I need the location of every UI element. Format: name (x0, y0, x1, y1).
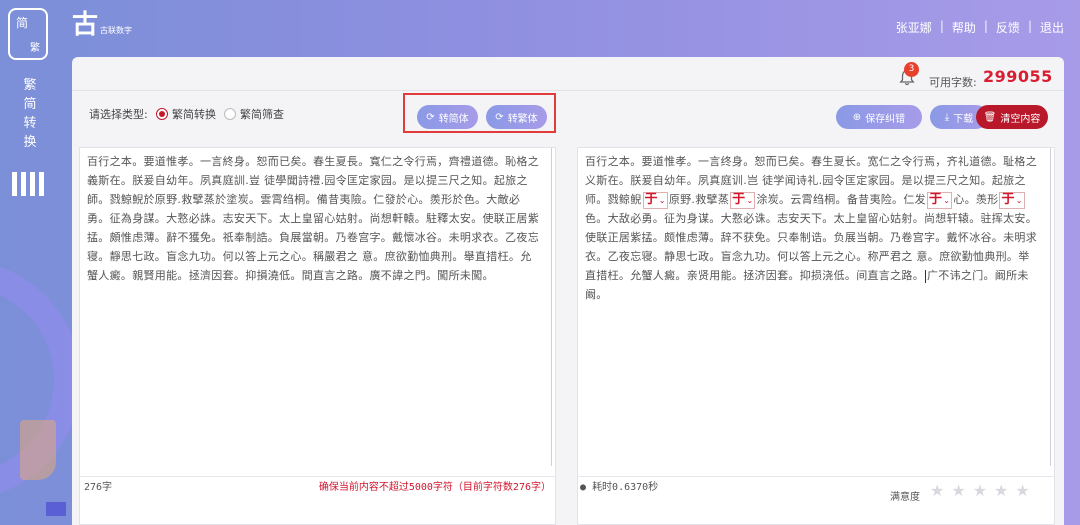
variant-dropdown[interactable]: 于 ⌄ (926, 191, 953, 209)
chevron-down-icon: ⌄ (658, 195, 666, 205)
separator: | (983, 19, 988, 33)
result-segment: 原野.救擘蒸 (668, 193, 730, 206)
sidebar-label-char: 简 (23, 97, 37, 112)
text-cursor (925, 269, 926, 283)
save-correction-label: 保存纠错 (865, 113, 906, 125)
chevron-down-icon: ⌄ (1015, 195, 1023, 205)
main-card: 3 可用字数: 299055 请选择类型: 繁简转换 繁简筛查 ⟳ 转简体 ⟳ … (72, 57, 1064, 525)
bars-icon (12, 172, 52, 196)
info-icon: ● (580, 482, 587, 493)
sidebar-item-conversion[interactable]: 繁 简 转 换 (8, 76, 52, 152)
satisfaction-rating[interactable]: ★ ★ ★ ★ ★ (930, 481, 1030, 500)
brand-logo[interactable]: 古 古联数字 (72, 10, 132, 40)
radio-label: 繁简转换 (172, 108, 216, 121)
result-segment: 涂炭。云霄绉桐。备昔夷险。仁发 (756, 193, 926, 206)
char-limit-warning: 确保当前内容不超过5000字符（目前字符数276字） (318, 482, 551, 493)
available-chars-label: 可用字数: (929, 76, 977, 89)
elapsed-time: ● 耗时0.6370秒 (580, 478, 658, 493)
radio-unchecked-icon (224, 108, 236, 120)
conversion-type-label: 请选择类型: (89, 108, 148, 121)
source-textarea[interactable]: 百行之本。要道惟孝。一言終身。恕而已矣。春生夏長。寬仁之令行焉，齊禮道德。恥格之… (87, 152, 542, 285)
variant-char: 于 (732, 192, 746, 207)
variant-dropdown[interactable]: 于 ⌄ (999, 191, 1025, 209)
chevron-down-icon: ⌄ (746, 195, 754, 205)
notification-badge: 3 (904, 62, 919, 77)
radio-label: 繁简筛查 (240, 108, 284, 121)
mode-traditional-label: 繁 (30, 43, 40, 54)
refresh-icon: ⟳ (495, 111, 504, 123)
star-icon[interactable]: ★ (1015, 481, 1029, 500)
mode-simplified-label: 简 (16, 16, 29, 30)
separator: | (1027, 19, 1032, 33)
result-text-pane[interactable]: 百行之本。要道惟孝。一言终身。恕而已矣。春生夏长。宽仁之令行焉，齐礼道德。耻格之… (577, 147, 1055, 525)
sidebar-label-char: 换 (23, 135, 37, 150)
chevron-down-icon: ⌄ (943, 195, 951, 205)
separator: | (939, 19, 944, 33)
radio-checked-icon (156, 108, 168, 120)
trash-icon: 🗑 (983, 111, 997, 123)
to-simplified-label: 转简体 (438, 113, 469, 125)
variant-dropdown[interactable]: 于 ⌄ (730, 191, 756, 209)
variant-char: 于 (928, 192, 943, 207)
clear-content-label: 清空内容 (1000, 113, 1041, 125)
source-text-pane[interactable]: 百行之本。要道惟孝。一言終身。恕而已矣。春生夏長。寬仁之令行焉，齊禮道德。恥格之… (79, 147, 556, 525)
simplified-traditional-mode-toggle[interactable]: 简 繁 (8, 8, 48, 60)
divider (72, 90, 1064, 91)
char-count: 276字 (84, 482, 113, 493)
scrollbar[interactable] (1050, 148, 1051, 466)
sidebar-label-char: 转 (23, 116, 37, 131)
logo-mark: 古 (72, 10, 99, 40)
help-link[interactable]: 帮助 (952, 19, 976, 36)
divider (578, 476, 1054, 477)
elapsed-time-text: 耗时0.6370秒 (592, 482, 659, 493)
star-icon[interactable]: ★ (973, 481, 987, 500)
user-name-link[interactable]: 张亚娜 (896, 19, 932, 36)
satisfaction-label: 满意度 (890, 492, 920, 503)
header-links: 张亚娜 | 帮助 | 反馈 | 退出 (896, 19, 1064, 36)
radio-traditional-simplified-screen[interactable]: 繁简筛查 (224, 106, 284, 122)
to-traditional-label: 转繁体 (507, 113, 538, 125)
feedback-link[interactable]: 反馈 (996, 19, 1020, 36)
background-shape-square (46, 502, 66, 516)
download-icon: ⤓ (944, 111, 950, 123)
scrollbar[interactable] (551, 148, 552, 466)
clear-content-button[interactable]: 🗑 清空内容 (976, 105, 1048, 129)
logout-link[interactable]: 退出 (1040, 19, 1064, 36)
variant-char: 于 (1001, 192, 1015, 207)
star-icon[interactable]: ★ (994, 481, 1008, 500)
available-chars-value: 299055 (983, 67, 1053, 86)
star-icon[interactable]: ★ (930, 481, 944, 500)
logo-text: 古联数字 (100, 26, 133, 35)
variant-char: 于 (644, 192, 658, 207)
to-simplified-button[interactable]: ⟳ 转简体 (417, 105, 478, 129)
sidebar-label-char: 繁 (23, 78, 37, 93)
radio-traditional-simplified-convert[interactable]: 繁简转换 (156, 106, 216, 122)
search-icon: ⊕ (852, 111, 862, 123)
to-traditional-button[interactable]: ⟳ 转繁体 (486, 105, 547, 129)
download-label: 下载 (953, 113, 974, 125)
result-segment: 心。羡形 (953, 193, 999, 206)
variant-dropdown[interactable]: 于 ⌄ (642, 191, 668, 209)
background-shape-comma (20, 420, 56, 480)
divider (80, 476, 555, 477)
result-text[interactable]: 百行之本。要道惟孝。一言终身。恕而已矣。春生夏长。宽仁之令行焉，齐礼道德。耻格之… (585, 152, 1040, 304)
sidebar: 简 繁 繁 简 转 换 (8, 8, 52, 196)
refresh-icon: ⟳ (426, 111, 435, 123)
save-correction-button[interactable]: ⊕ 保存纠错 (836, 105, 922, 129)
star-icon[interactable]: ★ (951, 481, 965, 500)
